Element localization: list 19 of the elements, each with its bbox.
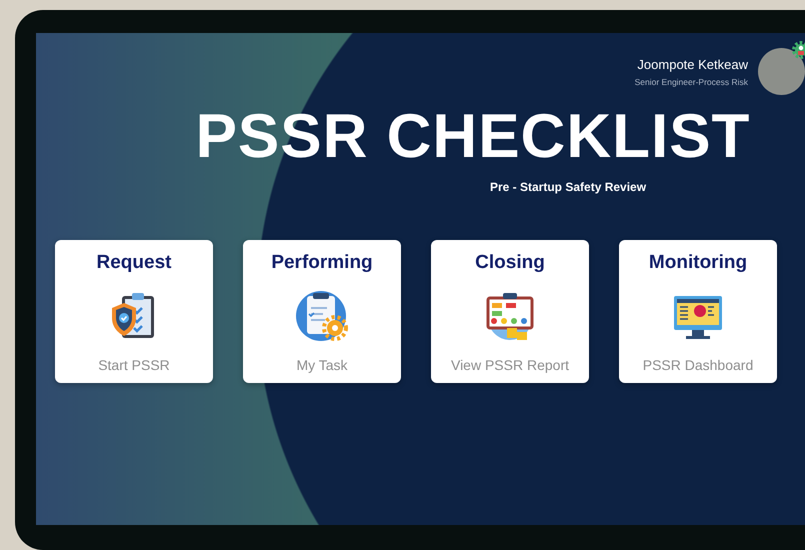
card-title: Monitoring [648,252,748,274]
card-action-label: My Task [296,357,348,373]
clipboard-gear-icon [295,290,349,342]
card-action-label: Start PSSR [98,357,170,373]
menu-card[interactable]: Monitoring PSSR Dashboard [619,240,777,383]
app-title: PSSR CHECKLIST [194,101,752,172]
app-subtitle: Pre - Startup Safety Review [490,180,648,194]
card-title: Performing [271,252,373,274]
menu-card[interactable]: Performing My Task [243,240,401,383]
card-action-label: PSSR Dashboard [642,357,754,373]
card-title: Request [96,252,172,274]
card-title: Closing [475,252,545,274]
card-action-label: View PSSR Report [450,357,569,373]
user-name: Joompote Ketkeaw [636,56,748,72]
menu-card[interactable]: Request Start PSSR [55,240,213,383]
avatar-photo-placeholder[interactable] [758,48,805,95]
menu-card[interactable]: Closing View PSSR Report [431,240,589,383]
user-role: Senior Engineer-Process Risk [634,76,748,86]
gear-icon[interactable] [791,40,805,60]
